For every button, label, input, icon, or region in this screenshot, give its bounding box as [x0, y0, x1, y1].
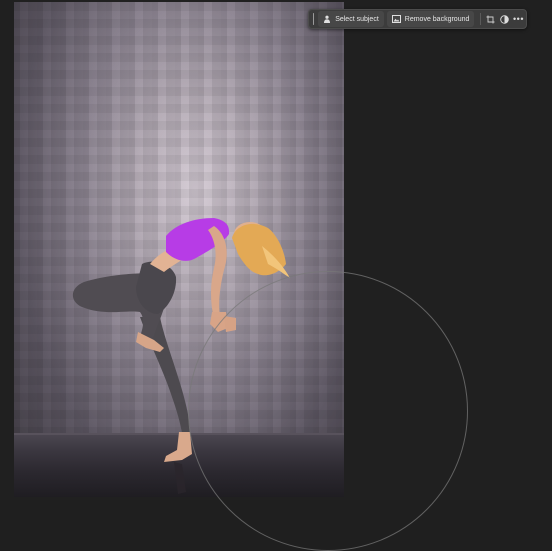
image-icon	[391, 15, 401, 23]
remove-background-button[interactable]: Remove background	[386, 11, 475, 27]
separator	[480, 13, 481, 25]
person-select-icon	[323, 15, 331, 23]
select-subject-button[interactable]: Select subject	[318, 11, 384, 27]
remove-background-label: Remove background	[404, 15, 470, 23]
more-options-icon[interactable]: •••	[513, 11, 524, 27]
dancer-figure	[72, 218, 290, 494]
drag-handle[interactable]	[313, 13, 315, 25]
crop-icon[interactable]	[486, 11, 496, 27]
contextual-task-bar: Select subject Remove background •••	[308, 9, 527, 29]
canvas-area[interactable]: Select subject Remove background •••	[0, 0, 552, 551]
select-subject-label: Select subject	[335, 15, 379, 23]
half-circle-adjustment-icon[interactable]	[500, 11, 510, 27]
document-image[interactable]	[14, 2, 344, 497]
